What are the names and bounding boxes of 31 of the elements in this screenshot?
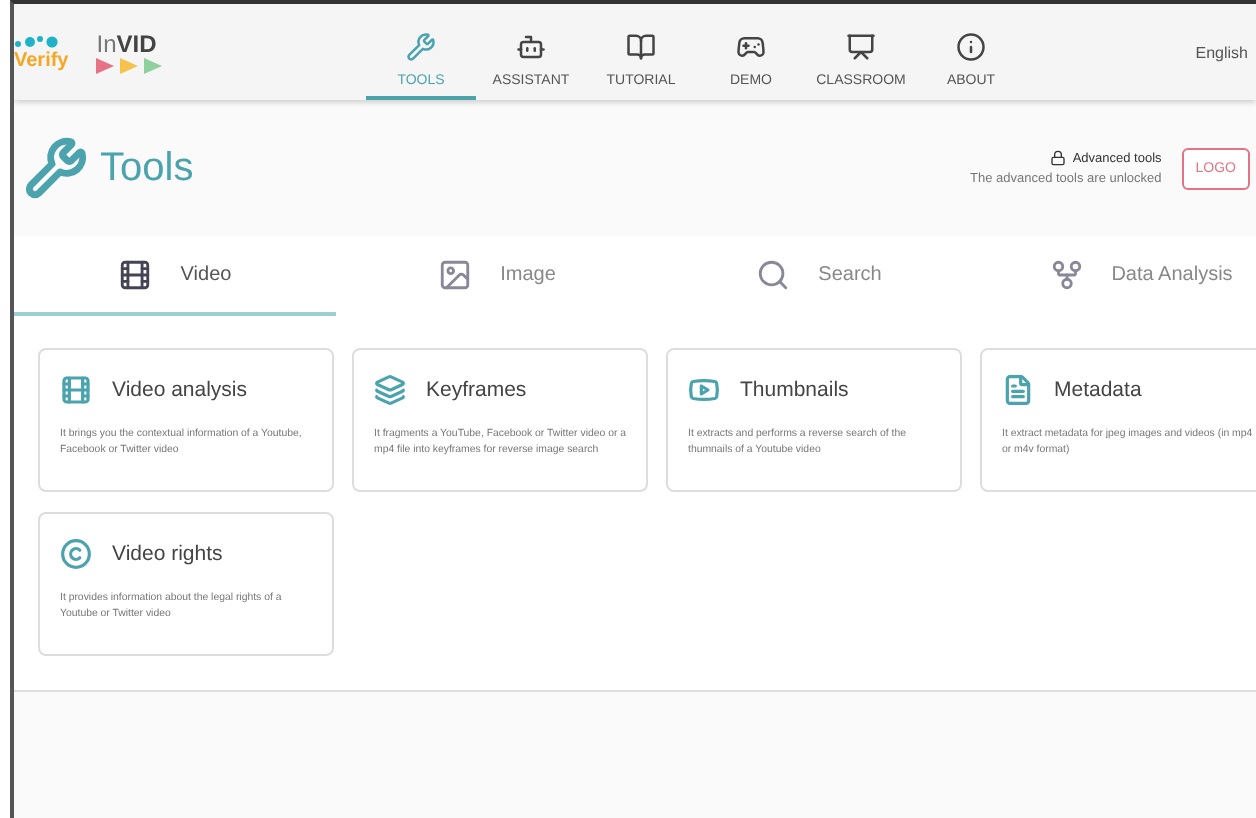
card-title: Keyframes	[426, 378, 527, 402]
page-title: Tools	[100, 145, 194, 191]
dots-icon	[14, 33, 58, 49]
presentation-icon	[846, 32, 876, 62]
book-icon	[626, 32, 656, 62]
play-icon	[688, 374, 720, 406]
card-title: Metadata	[1054, 378, 1142, 402]
category-tab[interactable]: Image	[336, 236, 658, 316]
wrench-icon	[24, 136, 88, 200]
card-title: Video rights	[112, 542, 223, 566]
category-tab[interactable]: Search	[658, 236, 980, 316]
layers-icon	[374, 374, 406, 406]
film-icon	[118, 257, 153, 291]
card-title: Thumbnails	[740, 378, 849, 402]
language-selector[interactable]: English	[1195, 43, 1248, 61]
copyright-icon	[60, 538, 92, 570]
wrench-icon	[406, 32, 436, 62]
card-title: Video analysis	[112, 378, 248, 402]
lock-icon	[1050, 150, 1067, 166]
document-icon	[1002, 374, 1034, 406]
info-icon	[956, 32, 986, 62]
robot-icon	[516, 32, 546, 62]
search-icon	[756, 257, 791, 291]
image-icon	[438, 257, 473, 291]
film-icon	[60, 374, 92, 406]
triangles-icon	[96, 58, 165, 74]
gamepad-icon	[736, 32, 766, 62]
fork-icon	[1049, 257, 1084, 291]
category-tab[interactable]: Data Analysis	[980, 236, 1256, 316]
logo-text: InVID	[96, 30, 159, 58]
logo-text: Verify	[14, 49, 69, 71]
